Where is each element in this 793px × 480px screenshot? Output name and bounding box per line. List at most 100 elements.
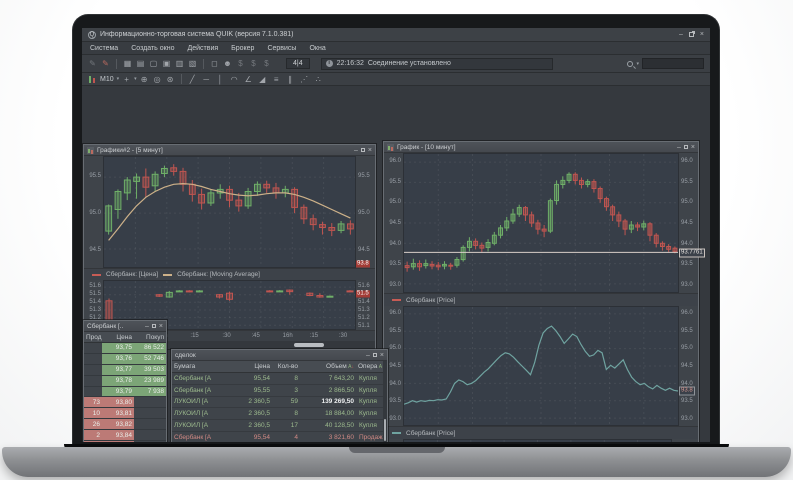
window-close-button[interactable]: × bbox=[691, 144, 695, 151]
y-tick: 95.5 bbox=[681, 179, 693, 185]
draw-icon[interactable]: ✎ bbox=[88, 59, 97, 68]
clients-icon[interactable]: ☻ bbox=[223, 59, 232, 68]
orderbook-titlebar[interactable]: Сбербанк [.. – × bbox=[84, 321, 166, 332]
trades-titlebar[interactable]: сделок – × bbox=[172, 350, 387, 361]
interval-caret-icon[interactable]: ▾ bbox=[117, 76, 120, 82]
left-chart-titlebar[interactable]: Графики#2 - [5 минут] – × bbox=[84, 145, 375, 156]
window-maximize-button[interactable] bbox=[684, 145, 688, 149]
menu-item-4[interactable]: Брокер bbox=[231, 45, 254, 52]
orderbook-column-header[interactable]: Цена bbox=[102, 334, 134, 341]
orderbook-row[interactable]: 393,85 bbox=[84, 441, 166, 442]
scrollbar-thumb[interactable] bbox=[384, 419, 386, 441]
trades-column-header[interactable]: Цена bbox=[234, 363, 272, 370]
qty-cell: 3 bbox=[272, 387, 300, 394]
trades-column-header[interactable]: Кол-во bbox=[272, 363, 300, 370]
blank-window-icon[interactable]: ▢ bbox=[149, 59, 158, 68]
menu-item-3[interactable]: Действия bbox=[187, 45, 218, 52]
window-close-button[interactable]: × bbox=[159, 323, 163, 330]
triangle-icon[interactable]: ◢ bbox=[258, 75, 267, 84]
interval-selector[interactable]: M10 bbox=[100, 76, 114, 83]
polyline-icon[interactable]: ⋰ bbox=[300, 75, 309, 84]
app-close-button[interactable]: × bbox=[700, 31, 704, 38]
trades-row[interactable]: Сбербанк [А95,5443 821,60Продажа bbox=[172, 432, 387, 442]
price-label: 93.8 bbox=[356, 260, 370, 267]
search-icon[interactable] bbox=[627, 61, 633, 67]
target-icon[interactable]: ◎ bbox=[153, 75, 162, 84]
money-recv-icon[interactable]: $ bbox=[249, 59, 258, 68]
orderbook-row[interactable]: 93,7652 746 bbox=[84, 354, 166, 365]
candle-style-icon[interactable] bbox=[88, 75, 97, 84]
volume-plot[interactable] bbox=[403, 439, 672, 442]
orderbook-row[interactable]: 1093,81 bbox=[84, 408, 166, 419]
app-titlebar[interactable]: Q Информационно-торговая система QUIK (в… bbox=[82, 28, 710, 42]
trades-row[interactable]: Сбербанк [А95,5532 866,50Купля bbox=[172, 385, 387, 397]
window-minimize-button[interactable]: – bbox=[366, 352, 370, 359]
crosshair-icon[interactable]: ⊕ bbox=[140, 75, 149, 84]
window-close-button[interactable]: × bbox=[368, 147, 372, 154]
toolbar-separator bbox=[116, 59, 117, 69]
right-chart-titlebar[interactable]: График - [10 минут] – × bbox=[384, 142, 698, 153]
arc-icon[interactable]: ◠ bbox=[230, 75, 239, 84]
line-chart-plot[interactable] bbox=[403, 306, 679, 426]
search-caret-icon[interactable]: ▾ bbox=[636, 61, 639, 67]
price-cell: 93,85 bbox=[102, 441, 134, 442]
scrollbar-thumb[interactable] bbox=[294, 343, 324, 347]
hand-tool-icon[interactable]: ⊛ bbox=[166, 75, 175, 84]
orderbook-column-header[interactable]: Прод bbox=[84, 334, 102, 341]
horizontal-line-icon[interactable]: ─ bbox=[202, 75, 211, 84]
quotes-window-icon[interactable]: ▣ bbox=[162, 59, 171, 68]
levels-icon[interactable]: ≡ bbox=[272, 75, 281, 84]
sell-qty-cell bbox=[84, 387, 102, 397]
candles-10min-plot[interactable] bbox=[403, 153, 679, 293]
trades-row[interactable]: Сбербанк [А95,5487 643,20Купля bbox=[172, 373, 387, 385]
window-close-button[interactable]: × bbox=[380, 352, 384, 359]
trend-line-icon[interactable]: ╱ bbox=[188, 75, 197, 84]
search-input[interactable] bbox=[642, 58, 704, 69]
window-minimize-button[interactable]: – bbox=[677, 144, 681, 151]
chart-window-icon[interactable]: ▤ bbox=[136, 59, 145, 68]
menu-item-5[interactable]: Сервисы bbox=[267, 45, 296, 52]
app-minimize-button[interactable]: – bbox=[679, 31, 683, 38]
angle-icon[interactable]: ∠ bbox=[244, 75, 253, 84]
window-maximize-button[interactable] bbox=[152, 324, 156, 328]
settings-window-icon[interactable]: ▧ bbox=[188, 59, 197, 68]
app-restore-button[interactable] bbox=[689, 32, 694, 37]
orderbook-row[interactable]: 293,84 bbox=[84, 430, 166, 441]
window-minimize-button[interactable]: – bbox=[145, 323, 149, 330]
zoom-in-button[interactable]: + bbox=[122, 75, 131, 84]
menu-item-2[interactable]: Создать окно bbox=[131, 45, 174, 52]
new-table-icon[interactable]: ▦ bbox=[123, 59, 132, 68]
vertical-line-icon[interactable]: │ bbox=[216, 75, 225, 84]
parallel-icon[interactable]: ∥ bbox=[286, 75, 295, 84]
trades-column-header[interactable]: Бумага bbox=[172, 363, 234, 370]
grid-window-icon[interactable]: ▥ bbox=[175, 59, 184, 68]
trades-row[interactable]: ЛУКОЙЛ [А2 360,5818 884,00Купля bbox=[172, 408, 387, 420]
menu-item-1[interactable]: Система bbox=[90, 45, 118, 52]
trades-row[interactable]: ЛУКОЙЛ [А2 360,559139 269,50Купля bbox=[172, 397, 387, 409]
window-maximize-button[interactable] bbox=[361, 148, 365, 152]
candles-5min-plot[interactable] bbox=[103, 156, 356, 268]
orderbook-row[interactable]: 2693,82 bbox=[84, 419, 166, 430]
message-icon[interactable]: ◻ bbox=[210, 59, 219, 68]
orderbook-row[interactable]: 93,7586 522 bbox=[84, 343, 166, 354]
orderbook-row[interactable]: 93,7823 989 bbox=[84, 376, 166, 387]
buy-qty-cell bbox=[134, 408, 166, 418]
money-hold-icon[interactable]: $ bbox=[262, 59, 271, 68]
trades-rows: Сбербанк [А95,5487 643,20КупляСбербанк [… bbox=[172, 373, 387, 442]
money-send-icon[interactable]: $ bbox=[236, 59, 245, 68]
orderbook-row[interactable]: 93,797 938 bbox=[84, 387, 166, 398]
window-maximize-button[interactable] bbox=[373, 353, 377, 357]
window-minimize-button[interactable]: – bbox=[354, 147, 358, 154]
orderbook-row[interactable]: 7393,80 bbox=[84, 397, 166, 408]
legend-label: Сбербанк [Price] bbox=[406, 297, 455, 304]
x-tick: :15 bbox=[190, 333, 198, 339]
draw-active-icon[interactable]: ✎ bbox=[101, 59, 110, 68]
orderbook-row[interactable]: 93,7739 503 bbox=[84, 365, 166, 376]
trades-row[interactable]: ЛУКОЙЛ [А2 360,51740 128,50Купля bbox=[172, 420, 387, 432]
trades-column-header[interactable]: Объем A↓ bbox=[300, 363, 356, 370]
pointer-dots-icon[interactable]: ∴ bbox=[314, 75, 323, 84]
zoom-caret-icon[interactable]: ▾ bbox=[134, 76, 137, 82]
menu-item-6[interactable]: Окна bbox=[309, 45, 325, 52]
orderbook-column-header[interactable]: Покуп bbox=[134, 334, 166, 341]
vertical-scrollbar[interactable] bbox=[383, 361, 387, 442]
